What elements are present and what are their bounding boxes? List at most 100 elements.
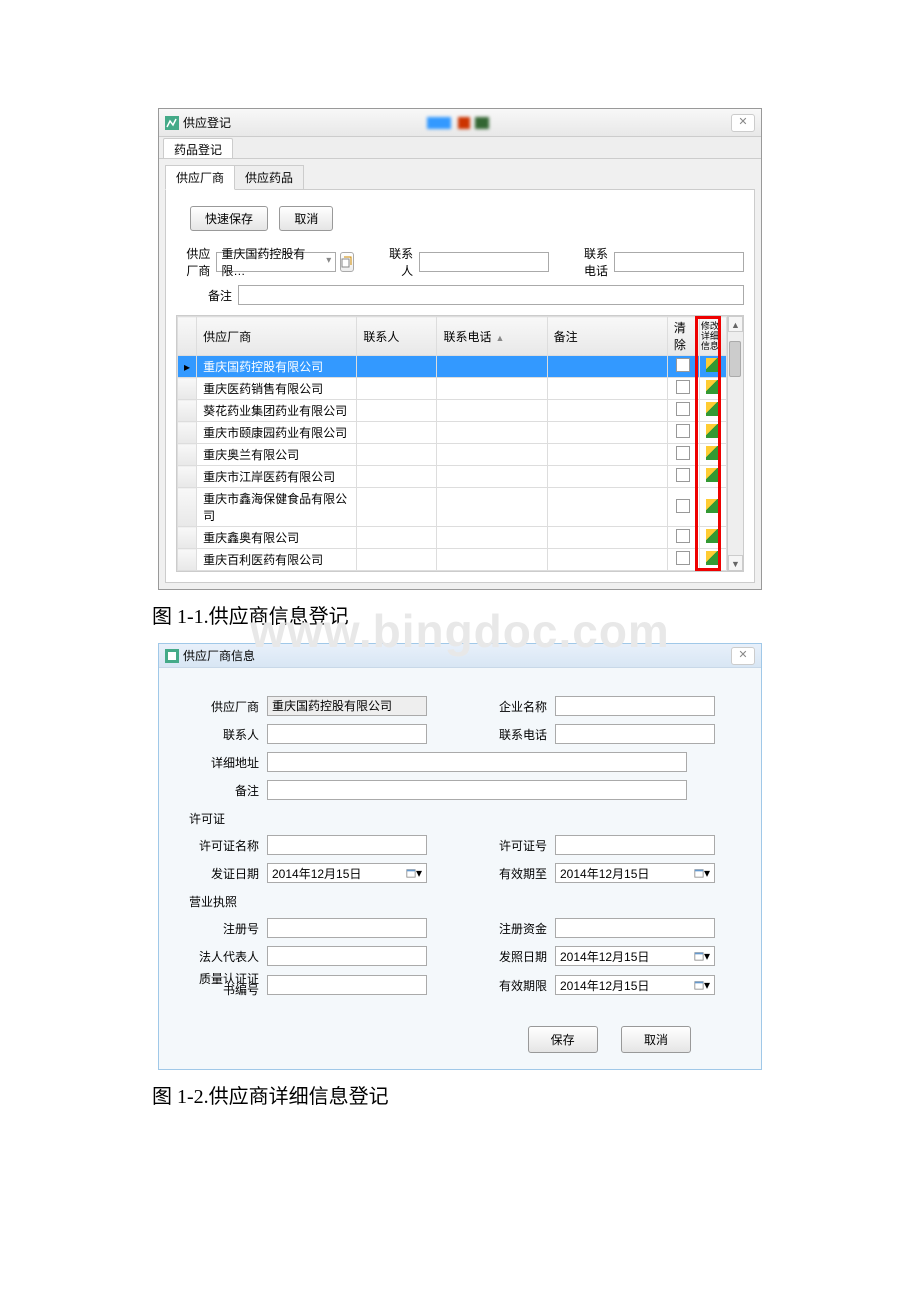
col-edit[interactable]: 修改详细信息 xyxy=(699,317,726,356)
tab-drug-register[interactable]: 药品登记 xyxy=(163,138,233,158)
cell-clear[interactable] xyxy=(667,488,699,527)
row-indicator xyxy=(178,400,197,422)
issue-date-picker[interactable]: 2014年12月15日 ▾ xyxy=(267,863,427,883)
cell-clear[interactable] xyxy=(667,549,699,571)
remark-input[interactable] xyxy=(267,780,687,800)
photo-date-value: 2014年12月15日 xyxy=(560,948,649,965)
close-button[interactable]: ✕ xyxy=(731,647,755,665)
save-button[interactable]: 保存 xyxy=(528,1026,598,1053)
cell-clear[interactable] xyxy=(667,444,699,466)
cell-vendor: 重庆奥兰有限公司 xyxy=(197,444,357,466)
cell-contact xyxy=(357,356,437,378)
cell-phone xyxy=(437,378,547,400)
phone-input[interactable] xyxy=(614,252,744,272)
cell-clear[interactable] xyxy=(667,356,699,378)
capital-label: 注册资金 xyxy=(477,920,547,937)
calendar-icon: ▾ xyxy=(694,949,710,963)
subtab-vendor[interactable]: 供应厂商 xyxy=(165,165,235,190)
cell-remark xyxy=(547,527,667,549)
regnum-input[interactable] xyxy=(267,918,427,938)
cell-edit[interactable] xyxy=(699,527,726,549)
valid-until-picker[interactable]: 2014年12月15日 ▾ xyxy=(555,863,715,883)
cell-phone xyxy=(437,356,547,378)
cell-clear[interactable] xyxy=(667,466,699,488)
quick-save-button[interactable]: 快速保存 xyxy=(190,206,268,231)
close-button[interactable]: ✕ xyxy=(731,114,755,132)
cell-clear[interactable] xyxy=(667,400,699,422)
cell-edit[interactable] xyxy=(699,422,726,444)
company-input[interactable] xyxy=(555,696,715,716)
table-row[interactable]: 重庆市江岸医药有限公司 xyxy=(178,466,743,488)
license-num-input[interactable] xyxy=(555,835,715,855)
col-phone[interactable]: 联系电话▲ xyxy=(437,317,547,356)
cancel-button[interactable]: 取消 xyxy=(621,1026,691,1053)
contact-input[interactable] xyxy=(267,724,427,744)
table-row[interactable]: 重庆医药销售有限公司 xyxy=(178,378,743,400)
col-contact[interactable]: 联系人 xyxy=(357,317,437,356)
subtab-drugs[interactable]: 供应药品 xyxy=(234,165,304,190)
vendor-lookup-button[interactable] xyxy=(340,252,354,272)
cell-edit[interactable] xyxy=(699,444,726,466)
remark-input[interactable] xyxy=(238,285,744,305)
cell-clear[interactable] xyxy=(667,422,699,444)
delete-icon xyxy=(676,529,690,543)
vendor-label: 供应厂商 xyxy=(189,698,259,715)
table-row[interactable]: 葵花药业集团药业有限公司 xyxy=(178,400,743,422)
cell-edit[interactable] xyxy=(699,466,726,488)
license-name-input[interactable] xyxy=(267,835,427,855)
col-remark[interactable]: 备注 xyxy=(547,317,667,356)
cell-contact xyxy=(357,549,437,571)
valid-until-value: 2014年12月15日 xyxy=(560,865,649,882)
vertical-scrollbar[interactable]: ▲ ▼ xyxy=(727,316,743,571)
edit-icon xyxy=(706,402,720,416)
legal-rep-input[interactable] xyxy=(267,946,427,966)
cell-edit[interactable] xyxy=(699,356,726,378)
cell-contact xyxy=(357,444,437,466)
company-label: 企业名称 xyxy=(477,698,547,715)
cell-edit[interactable] xyxy=(699,488,726,527)
qa-cert-input[interactable] xyxy=(267,975,427,995)
address-label: 详细地址 xyxy=(189,754,259,771)
cell-vendor: 重庆百利医药有限公司 xyxy=(197,549,357,571)
cancel-button[interactable]: 取消 xyxy=(279,206,333,231)
supply-register-dialog: 供应登记 ✕ 药品登记 供应厂商 供应药品 快速保存 取消 供应厂商 重庆国药控… xyxy=(158,108,762,590)
cell-remark xyxy=(547,466,667,488)
phone-input[interactable] xyxy=(555,724,715,744)
table-row[interactable]: ▸重庆国药控股有限公司 xyxy=(178,356,743,378)
scroll-up-icon[interactable]: ▲ xyxy=(728,316,743,332)
edit-icon xyxy=(706,380,720,394)
cell-edit[interactable] xyxy=(699,549,726,571)
delete-icon xyxy=(676,468,690,482)
expire-date-picker[interactable]: 2014年12月15日 ▾ xyxy=(555,975,715,995)
cell-clear[interactable] xyxy=(667,527,699,549)
scroll-down-icon[interactable]: ▼ xyxy=(728,555,743,571)
table-row[interactable]: 重庆奥兰有限公司 xyxy=(178,444,743,466)
table-row[interactable]: 重庆鑫奥有限公司 xyxy=(178,527,743,549)
col-clear[interactable]: 清除 xyxy=(667,317,699,356)
window-title: 供应厂商信息 xyxy=(183,647,255,664)
scroll-thumb[interactable] xyxy=(729,341,741,377)
delete-icon xyxy=(676,446,690,460)
col-vendor[interactable]: 供应厂商 xyxy=(197,317,357,356)
table-row[interactable]: 重庆市颐康园药业有限公司 xyxy=(178,422,743,444)
vendor-combo[interactable]: 重庆国药控股有限… xyxy=(216,252,336,272)
photo-date-picker[interactable]: 2014年12月15日 ▾ xyxy=(555,946,715,966)
vendor-grid[interactable]: 供应厂商 联系人 联系电话▲ 备注 清除 修改详细信息 ▸重庆国药控股有限公司重… xyxy=(177,316,743,571)
cell-edit[interactable] xyxy=(699,400,726,422)
figure-caption-2: 图 1-2.供应商详细信息登记 xyxy=(152,1080,920,1109)
cell-remark xyxy=(547,400,667,422)
bizlicense-section-title: 营业执照 xyxy=(189,893,731,910)
cell-edit[interactable] xyxy=(699,378,726,400)
grid-wrapper: 供应厂商 联系人 联系电话▲ 备注 清除 修改详细信息 ▸重庆国药控股有限公司重… xyxy=(176,315,744,572)
capital-input[interactable] xyxy=(555,918,715,938)
cell-phone xyxy=(437,466,547,488)
cell-clear[interactable] xyxy=(667,378,699,400)
edit-icon xyxy=(706,499,720,513)
table-row[interactable]: 重庆市鑫海保健食品有限公司 xyxy=(178,488,743,527)
contact-input[interactable] xyxy=(419,252,549,272)
address-input[interactable] xyxy=(267,752,687,772)
table-row[interactable]: 重庆百利医药有限公司 xyxy=(178,549,743,571)
license-section-title: 许可证 xyxy=(189,810,731,827)
cell-remark xyxy=(547,422,667,444)
cell-phone xyxy=(437,488,547,527)
